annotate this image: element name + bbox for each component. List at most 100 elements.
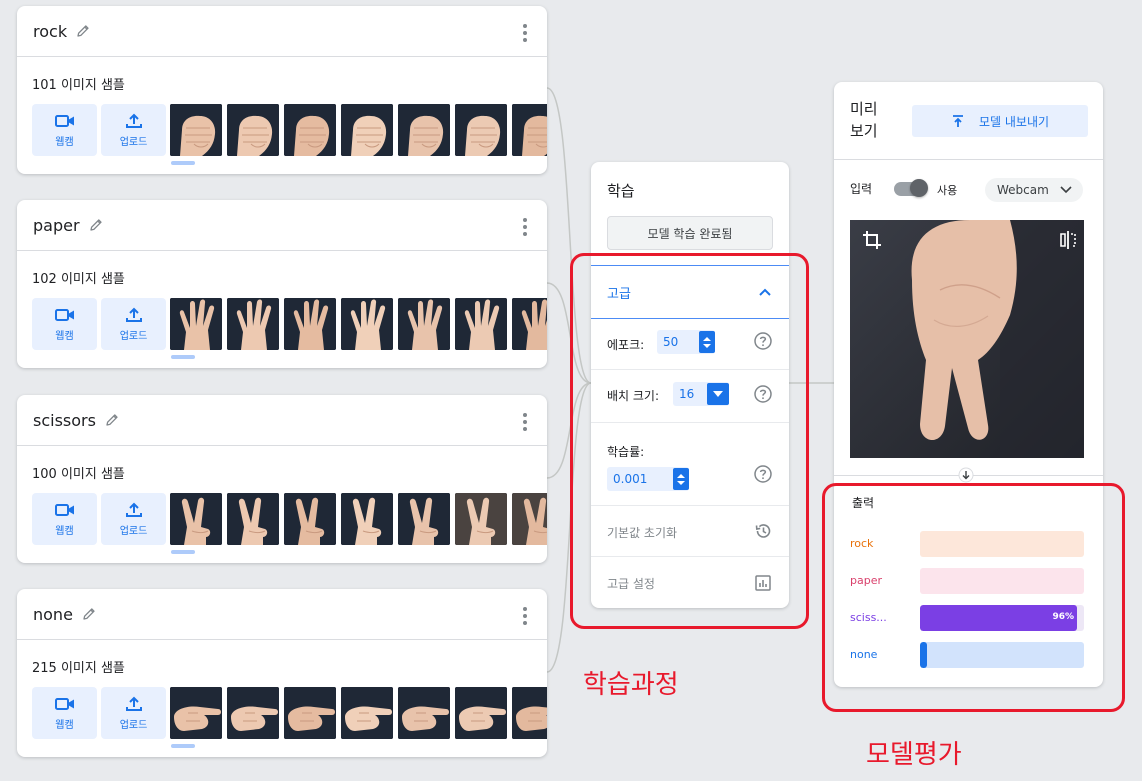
upload-button[interactable]: 업로드 — [101, 687, 166, 739]
more-options-icon[interactable] — [523, 607, 527, 625]
sample-thumbnail[interactable] — [398, 493, 450, 545]
input-source-select[interactable]: Webcam — [985, 178, 1083, 202]
sample-thumbnail[interactable] — [398, 298, 450, 350]
sample-thumbnail[interactable] — [455, 687, 507, 739]
class-card-header: paper — [17, 200, 547, 251]
upload-icon — [125, 307, 142, 322]
upload-button[interactable]: 업로드 — [101, 298, 166, 350]
thumbnail-scroll-indicator[interactable] — [171, 161, 195, 165]
video-camera-icon — [54, 698, 74, 710]
class-name[interactable]: scissors — [33, 411, 96, 430]
webcam-frame-image — [850, 220, 1084, 458]
video-camera-icon — [54, 115, 74, 127]
flip-icon[interactable] — [1058, 230, 1078, 250]
more-options-icon[interactable] — [523, 413, 527, 431]
sample-thumbnail[interactable] — [455, 104, 507, 156]
sample-thumbnail[interactable] — [170, 298, 222, 350]
upload-icon — [125, 696, 142, 711]
sample-thumbnail[interactable] — [170, 493, 222, 545]
arrow-down-icon — [958, 467, 974, 483]
sample-thumbnail[interactable] — [341, 298, 393, 350]
class-name[interactable]: none — [33, 605, 73, 624]
sample-row: 웹캠 업로드 — [32, 493, 547, 545]
sample-count: 100 이미지 샘플 — [32, 467, 125, 482]
sample-thumbnail[interactable] — [341, 493, 393, 545]
upload-icon — [125, 502, 142, 517]
sample-thumbnail[interactable] — [284, 493, 336, 545]
sample-thumbnail[interactable] — [341, 687, 393, 739]
chevron-down-icon — [1060, 186, 1072, 194]
sample-thumbnail[interactable] — [512, 493, 547, 545]
class-name[interactable]: paper — [33, 216, 80, 235]
upload-button[interactable]: 업로드 — [101, 493, 166, 545]
sample-thumbnail[interactable] — [227, 104, 279, 156]
input-toggle-label: 사용 — [937, 184, 958, 197]
input-label: 입력 — [850, 182, 873, 196]
upload-button-label: 업로드 — [119, 720, 148, 731]
sample-thumbnail[interactable] — [455, 298, 507, 350]
thumbnail-scroll-indicator[interactable] — [171, 550, 195, 554]
webcam-button-label: 웹캠 — [55, 720, 74, 731]
evaluation-annotation-label: 모델평가 — [866, 740, 962, 770]
input-toggle[interactable] — [894, 179, 928, 197]
webcam-button[interactable]: 웹캠 — [32, 687, 97, 739]
evaluation-annotation-box — [822, 483, 1125, 712]
sample-thumbnail[interactable] — [227, 493, 279, 545]
sample-count: 215 이미지 샘플 — [32, 661, 125, 676]
train-model-button[interactable]: 모델 학습 완료됨 — [607, 216, 773, 250]
webcam-button[interactable]: 웹캠 — [32, 104, 97, 156]
pencil-icon[interactable] — [81, 606, 97, 622]
sample-thumbnail[interactable] — [227, 298, 279, 350]
sample-row: 웹캠 업로드 — [32, 104, 547, 156]
pencil-icon[interactable] — [104, 412, 120, 428]
sample-thumbnail[interactable] — [512, 298, 547, 350]
sample-row: 웹캠 업로드 — [32, 687, 547, 739]
sample-thumbnail[interactable] — [284, 687, 336, 739]
pencil-icon[interactable] — [88, 217, 104, 233]
class-card-header: none — [17, 589, 547, 640]
divider — [834, 159, 1103, 160]
sample-count: 101 이미지 샘플 — [32, 78, 125, 93]
webcam-button-label: 웹캠 — [55, 331, 74, 342]
input-source-value: Webcam — [997, 183, 1049, 197]
upload-button-label: 업로드 — [119, 526, 148, 537]
class-card-rock: rock 101 이미지 샘플 웹캠 업로드 — [17, 6, 547, 174]
class-card-header: rock — [17, 6, 547, 57]
crop-icon[interactable] — [862, 230, 882, 250]
more-options-icon[interactable] — [523, 24, 527, 42]
class-name[interactable]: rock — [33, 22, 67, 41]
training-annotation-label: 학습과정 — [583, 670, 679, 700]
upload-icon — [125, 113, 142, 128]
sample-thumbnail[interactable] — [170, 104, 222, 156]
class-card-paper: paper 102 이미지 샘플 웹캠 업로드 — [17, 200, 547, 368]
webcam-button[interactable]: 웹캠 — [32, 298, 97, 350]
export-model-label: 모델 내보내기 — [978, 114, 1050, 129]
video-camera-icon — [54, 309, 74, 321]
sample-thumbnail[interactable] — [227, 687, 279, 739]
training-annotation-box — [570, 253, 809, 629]
preview-title: 미리 보기 — [850, 100, 878, 140]
sample-thumbnail[interactable] — [455, 493, 507, 545]
sample-thumbnail[interactable] — [398, 104, 450, 156]
sample-count: 102 이미지 샘플 — [32, 272, 125, 287]
sample-thumbnail[interactable] — [398, 687, 450, 739]
thumbnail-scroll-indicator[interactable] — [171, 744, 195, 748]
upload-button-label: 업로드 — [119, 331, 148, 342]
more-options-icon[interactable] — [523, 218, 527, 236]
sample-thumbnail[interactable] — [284, 298, 336, 350]
pencil-icon[interactable] — [75, 23, 91, 39]
export-icon — [952, 115, 963, 127]
sample-row: 웹캠 업로드 — [32, 298, 547, 350]
upload-button[interactable]: 업로드 — [101, 104, 166, 156]
sample-thumbnail[interactable] — [512, 687, 547, 739]
webcam-button-label: 웹캠 — [55, 526, 74, 537]
sample-thumbnail[interactable] — [284, 104, 336, 156]
upload-button-label: 업로드 — [119, 137, 148, 148]
export-model-button[interactable]: 모델 내보내기 — [912, 105, 1088, 137]
sample-thumbnail[interactable] — [341, 104, 393, 156]
webcam-button[interactable]: 웹캠 — [32, 493, 97, 545]
sample-thumbnail[interactable] — [512, 104, 547, 156]
sample-thumbnail[interactable] — [170, 687, 222, 739]
thumbnail-scroll-indicator[interactable] — [171, 355, 195, 359]
training-title: 학습 — [607, 182, 635, 200]
